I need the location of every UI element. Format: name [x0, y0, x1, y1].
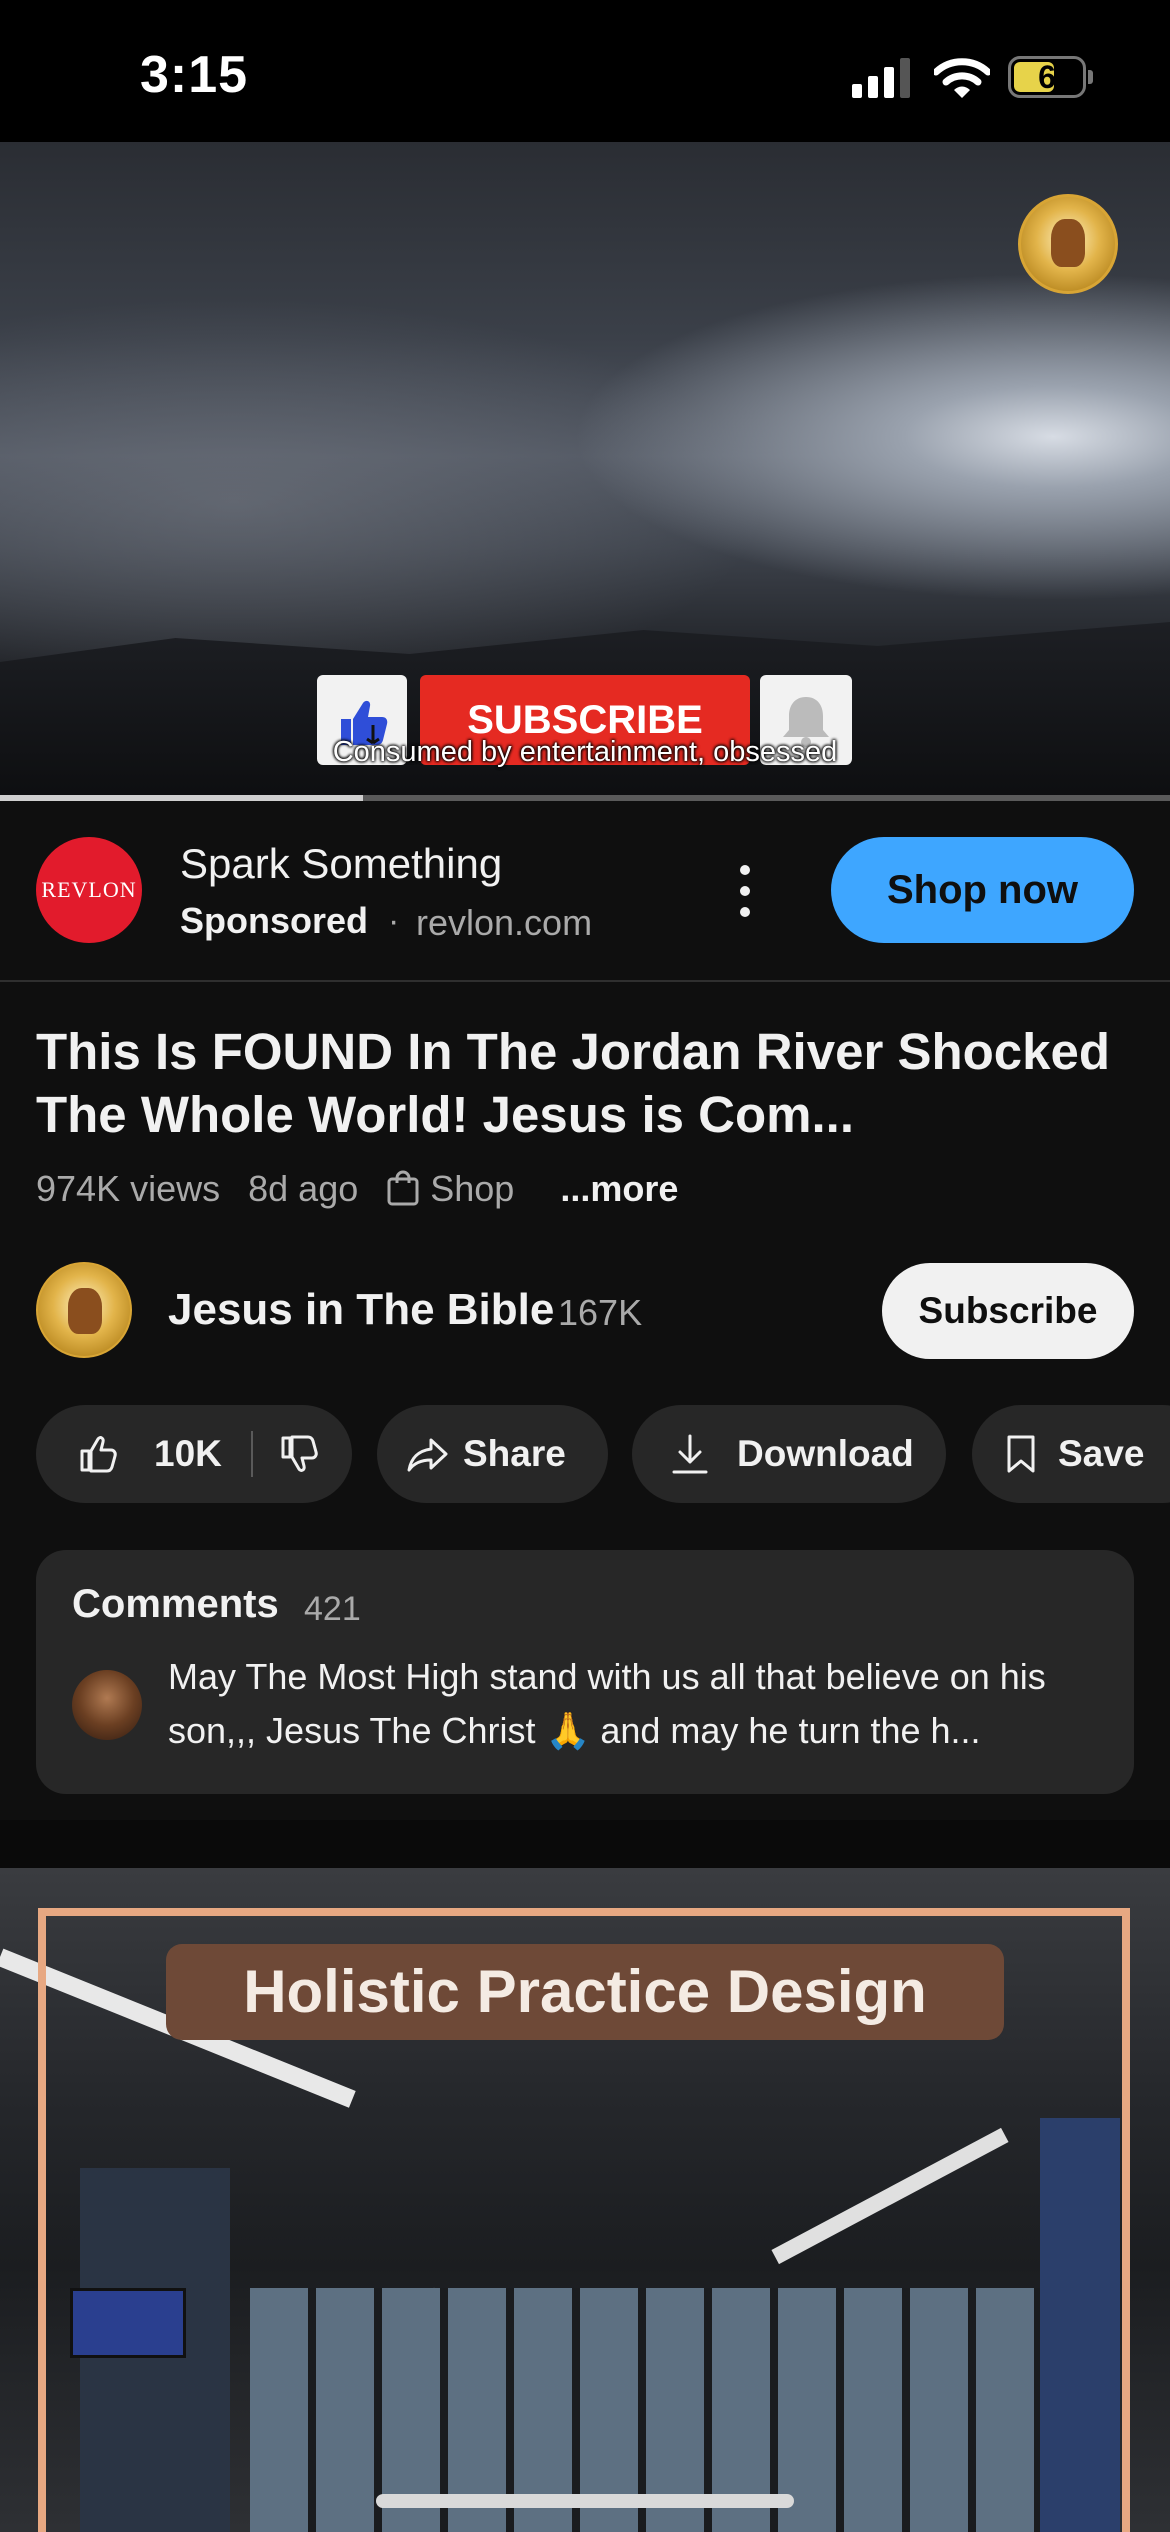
like-icon[interactable]: [78, 1434, 118, 1474]
shopping-bag-icon: [387, 1170, 419, 1206]
channel-avatar[interactable]: [36, 1262, 132, 1358]
ad-title[interactable]: Spark Something: [180, 840, 502, 888]
view-count: 974K views: [36, 1168, 221, 1209]
subscribe-button[interactable]: Subscribe: [882, 1263, 1134, 1359]
commenter-avatar: [72, 1670, 142, 1740]
download-label: Download: [737, 1433, 914, 1474]
home-indicator[interactable]: [376, 2494, 794, 2508]
cellular-signal-icon: [852, 58, 910, 98]
share-label: Share: [463, 1433, 566, 1474]
comments-panel[interactable]: Comments 421 May The Most High stand wit…: [36, 1550, 1134, 1794]
video-caption: Consumed by entertainment, obsessed: [332, 736, 838, 768]
bookmark-icon: [1007, 1435, 1035, 1473]
top-comment-text: May The Most High stand with us all that…: [168, 1656, 1046, 1751]
like-dislike-chip: 10K: [36, 1405, 352, 1503]
comments-count: 421: [304, 1590, 361, 1628]
divider: [0, 980, 1170, 982]
status-time: 3:15: [140, 46, 249, 104]
like-count[interactable]: 10K: [154, 1405, 222, 1503]
more-description-link[interactable]: ...more: [560, 1168, 678, 1209]
battery-percent: 6: [1038, 59, 1056, 95]
video-progress-fill: [0, 795, 363, 801]
share-icon: [407, 1438, 448, 1472]
wifi-icon: [934, 58, 990, 98]
channel-watermark-logo[interactable]: [1018, 194, 1118, 294]
save-label: Save: [1058, 1433, 1145, 1474]
sponsored-label: Sponsored: [180, 900, 369, 941]
shop-now-button[interactable]: Shop now: [831, 837, 1134, 943]
advertiser-logo[interactable]: REVLON: [36, 837, 142, 943]
watermark-figure: [1051, 219, 1085, 267]
ad-separator: ·: [388, 902, 400, 940]
chip-divider: [251, 1431, 253, 1477]
save-button[interactable]: Save: [972, 1405, 1170, 1503]
battery-icon: 6: [1008, 56, 1086, 98]
video-title[interactable]: This Is FOUND In The Jordan River Shocke…: [36, 1020, 1146, 1146]
shop-link[interactable]: Shop: [386, 1168, 532, 1209]
video-metadata[interactable]: 974K views 8d ago Shop ...more: [36, 1168, 696, 1210]
thumbnail-banner: Holistic Practice Design: [166, 1944, 1004, 2040]
shop-label: Shop: [430, 1168, 515, 1209]
upload-age: 8d ago: [248, 1168, 359, 1209]
next-video-thumbnail[interactable]: Holistic Practice Design: [0, 1868, 1170, 2532]
ad-domain: revlon.com: [416, 902, 593, 943]
more-options-icon[interactable]: [730, 862, 760, 920]
section-separator: [0, 1820, 1170, 1868]
share-button[interactable]: Share: [377, 1405, 608, 1503]
channel-name[interactable]: Jesus in The Bible: [168, 1285, 554, 1335]
dislike-icon[interactable]: [279, 1434, 319, 1474]
avatar-figure: [68, 1288, 102, 1334]
subscriber-count: 167K: [558, 1292, 643, 1333]
download-button[interactable]: Download: [632, 1405, 946, 1503]
download-icon: [672, 1434, 708, 1474]
battery-nub: [1088, 70, 1093, 84]
comments-title: Comments: [72, 1582, 279, 1626]
